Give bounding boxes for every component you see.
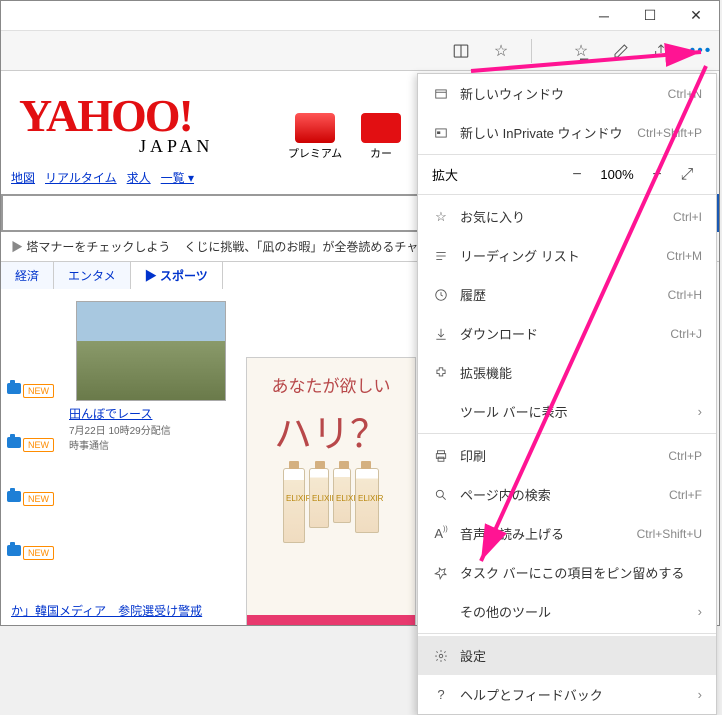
yahoo-logo[interactable]: YAHOO! JAPAN — [19, 89, 279, 157]
minimize-button[interactable]: ─ — [581, 1, 627, 31]
download-icon — [432, 327, 450, 341]
news-source: 時事通信 — [69, 437, 233, 452]
card-label: カー — [370, 148, 392, 160]
ticker-item-2[interactable]: くじに挑戦、「凪のお暇」が全巻読めるチャンス — [184, 238, 442, 255]
new-badge: NEW — [23, 492, 54, 506]
gear-icon — [432, 649, 450, 663]
new-badge: NEW — [23, 438, 54, 452]
nav-list[interactable]: 一覧 ▾ — [161, 169, 194, 186]
print-icon — [432, 449, 450, 463]
ad-big-text: ハリ？ — [255, 403, 407, 458]
promo-strip: プレミアム カー — [287, 113, 409, 161]
search-icon — [432, 488, 450, 502]
camera-icon — [7, 491, 21, 502]
card-icon — [361, 113, 401, 143]
card-link[interactable]: カー — [353, 113, 409, 161]
edge-browser-window: ─ ☐ ✕ ☆ ☆̲ ••• YAHOO! JAPAN プレミアム カー — [0, 0, 720, 626]
news-title[interactable]: 田んぼでレース — [69, 405, 233, 422]
close-button[interactable]: ✕ — [673, 1, 719, 31]
history-icon — [432, 288, 450, 302]
star-icon: ☆ — [432, 209, 450, 225]
read-aloud-icon: A)) — [432, 526, 450, 541]
new-badge: NEW — [23, 546, 54, 560]
news-badges: NEW NEW NEW NEW — [7, 381, 54, 561]
menu-settings-label: 設定 — [460, 646, 702, 665]
menu-settings[interactable]: 設定 — [418, 636, 716, 675]
ad-cta: たっぷり7日間分 トライアルセット — [247, 615, 415, 625]
reading-list-icon — [432, 249, 450, 263]
tab-economy[interactable]: 経済 — [1, 262, 54, 289]
ticker-item-1[interactable]: 塔マナーをチェックしよう — [11, 238, 170, 255]
tab-entertainment[interactable]: エンタメ — [54, 262, 131, 289]
reading-view-icon[interactable] — [451, 41, 471, 61]
nav-jobs[interactable]: 求人 — [127, 169, 151, 186]
camera-icon — [7, 545, 21, 556]
premium-link[interactable]: プレミアム — [287, 113, 343, 161]
menu-more-tools[interactable]: その他のツール › — [418, 592, 716, 631]
new-badge: NEW — [23, 384, 54, 398]
news-timestamp: 7月22日 10時29分配信 — [69, 422, 233, 437]
nav-realtime[interactable]: リアルタイム — [45, 169, 117, 186]
chevron-right-icon: › — [698, 604, 702, 619]
yahoo-logo-text: YAHOO! — [19, 89, 279, 142]
window-titlebar: ─ ☐ ✕ — [1, 1, 719, 31]
menu-help-label: ヘルプとフィードバック — [460, 685, 688, 704]
maximize-button[interactable]: ☐ — [627, 1, 673, 31]
bottom-news-link[interactable]: か」韓国メディア 参院選受け警戒 — [11, 602, 202, 619]
ad-product-image: ELIXIR ELIXIR ELIXIR ELIXIR — [255, 468, 407, 543]
news-thumbnail[interactable] — [76, 301, 226, 401]
new-window-icon — [432, 87, 450, 101]
inprivate-icon — [432, 126, 450, 140]
premium-icon — [295, 113, 335, 143]
menu-help[interactable]: ? ヘルプとフィードバック › — [418, 675, 716, 714]
help-icon: ? — [432, 687, 450, 702]
extensions-icon — [432, 366, 450, 380]
ad-headline: あなたが欲しい — [255, 372, 407, 397]
ad-banner[interactable]: あなたが欲しい ハリ？ ELIXIR ELIXIR ELIXIR ELIXIR … — [246, 357, 416, 625]
chevron-right-icon: › — [698, 687, 702, 702]
camera-icon — [7, 437, 21, 448]
tab-sports[interactable]: スポーツ — [131, 262, 223, 289]
pin-icon — [432, 566, 450, 580]
annotation-arrow-2 — [461, 61, 721, 586]
yahoo-logo-subtext: JAPAN — [139, 136, 279, 157]
premium-label: プレミアム — [288, 148, 342, 160]
nav-map[interactable]: 地図 — [11, 169, 35, 186]
menu-more-tools-label: その他のツール — [460, 602, 688, 621]
camera-icon — [7, 383, 21, 394]
